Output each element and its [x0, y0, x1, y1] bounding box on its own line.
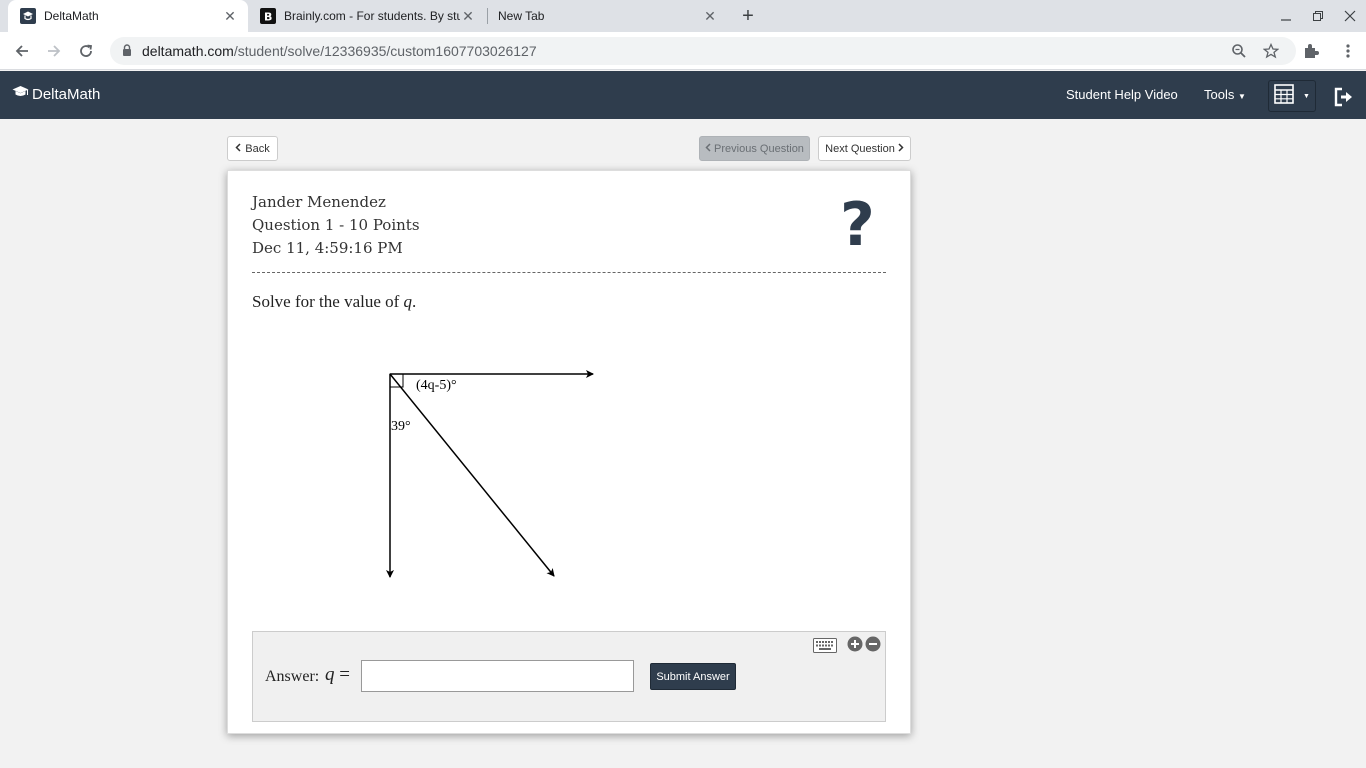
zoom-in-icon[interactable] [847, 636, 863, 652]
graduation-cap-icon [12, 85, 29, 103]
question-datetime: Dec 11, 4:59:16 PM [252, 239, 403, 257]
chevron-right-icon [898, 142, 904, 155]
restore-icon[interactable] [1302, 0, 1334, 32]
address-bar[interactable]: deltamath.com/student/solve/12336935/cus… [110, 37, 1296, 65]
tab-title: Brainly.com - For students. By stu [284, 9, 460, 23]
question-title: Question 1 - 10 Points [252, 216, 420, 234]
caret-down-icon: ▼ [1303, 92, 1310, 100]
prompt-period: . [412, 292, 417, 311]
ray-diagonal [389, 373, 555, 577]
logout-icon[interactable] [1334, 87, 1354, 107]
angle-label-top: (4q-5)° [416, 378, 457, 393]
tab-title: New Tab [498, 9, 545, 23]
back-label: Back [245, 142, 270, 155]
student-name: Jander Menendez [252, 193, 386, 211]
answer-label: Answer: [265, 668, 320, 685]
caret-down-icon: ▼ [1237, 92, 1246, 101]
brainly-favicon-icon: B [260, 8, 276, 24]
extensions-puzzle-icon[interactable] [1301, 41, 1321, 61]
chevron-left-icon [705, 142, 711, 155]
question-card: Jander Menendez Question 1 - 10 Points D… [227, 170, 911, 734]
brand-name: DeltaMath [32, 85, 101, 103]
browser-menu-icon[interactable] [1338, 41, 1358, 61]
forward-arrow-icon[interactable] [41, 38, 67, 64]
tab-deltamath[interactable]: DeltaMath ✕ [8, 0, 248, 32]
prompt-variable: q [403, 292, 413, 311]
calculator-button[interactable]: ▼ [1268, 80, 1316, 112]
tools-menu[interactable]: Tools ▼ [1204, 87, 1246, 102]
next-question-label: Next Question [825, 142, 895, 155]
back-arrow-icon[interactable] [9, 38, 35, 64]
zoom-magnifier-icon[interactable] [1230, 42, 1248, 60]
close-icon[interactable]: ✕ [222, 8, 238, 24]
keyboard-icon[interactable] [813, 638, 837, 654]
help-question-mark-icon[interactable]: ? [840, 195, 875, 255]
bookmark-star-icon[interactable] [1262, 42, 1280, 60]
next-question-button[interactable]: Next Question [818, 136, 911, 161]
equals-sign: = [339, 664, 350, 685]
previous-question-button[interactable]: Previous Question [699, 136, 810, 161]
browser-toolbar: deltamath.com/student/solve/12336935/cus… [0, 32, 1366, 70]
chevron-left-icon [235, 142, 241, 155]
angle-figure: (4q-5)° 39° [386, 370, 594, 578]
angle-label-left: 39° [391, 419, 411, 434]
reload-icon[interactable] [73, 38, 99, 64]
question-prompt: Solve for the value of q. [252, 292, 416, 312]
previous-question-label: Previous Question [714, 142, 804, 155]
close-window-icon[interactable] [1334, 0, 1366, 32]
calculator-icon [1274, 83, 1294, 109]
browser-tab-strip: DeltaMath ✕ B Brainly.com - For students… [0, 0, 1366, 32]
svg-text:B: B [264, 11, 272, 24]
header-divider [252, 272, 886, 273]
url-text: deltamath.com/student/solve/12336935/cus… [142, 43, 537, 59]
answer-variable: q = [325, 664, 350, 686]
lock-icon [122, 44, 132, 62]
minimize-icon[interactable] [1270, 0, 1302, 32]
prompt-text: Solve for the value of [252, 292, 404, 311]
brand-logo[interactable]: DeltaMath [12, 85, 100, 103]
zoom-out-icon[interactable] [865, 636, 881, 652]
app-navbar: DeltaMath Student Help Video Tools ▼ [0, 71, 1366, 119]
student-help-video-link[interactable]: Student Help Video [1066, 87, 1178, 102]
url-path: /student/solve/12336935/custom1607703026… [233, 43, 537, 59]
answer-variable-name: q [325, 664, 335, 685]
answer-area: Answer: q = Submit Answer [252, 631, 886, 722]
deltamath-favicon-icon [20, 8, 36, 24]
submit-answer-button[interactable]: Submit Answer [650, 663, 736, 690]
tab-title: DeltaMath [44, 9, 99, 23]
new-tab-plus-icon[interactable]: + [736, 4, 760, 28]
back-button[interactable]: Back [227, 136, 278, 161]
tab-brainly[interactable]: B Brainly.com - For students. By stu ✕ [248, 0, 486, 32]
answer-input[interactable] [361, 660, 634, 692]
close-icon[interactable]: ✕ [702, 8, 718, 24]
tools-label: Tools [1204, 87, 1235, 102]
close-icon[interactable]: ✕ [460, 8, 476, 24]
tab-new-tab[interactable]: New Tab ✕ [488, 0, 728, 32]
url-host: deltamath.com [142, 43, 234, 59]
